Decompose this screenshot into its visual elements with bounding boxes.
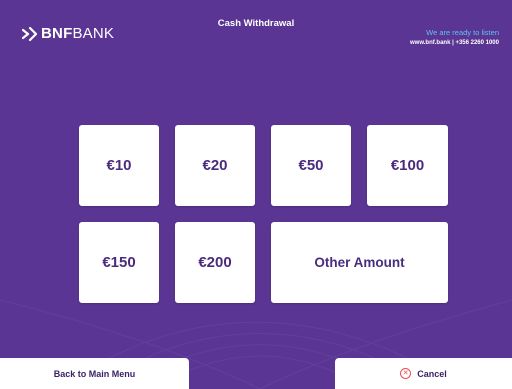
other-amount-button[interactable]: Other Amount xyxy=(271,222,448,303)
cancel-button[interactable]: ✕ Cancel xyxy=(335,358,512,389)
help-contact: www.bnf.bank | +356 2260 1000 xyxy=(409,40,499,46)
amount-10-button[interactable]: €10 xyxy=(79,125,159,206)
amount-100-button[interactable]: €100 xyxy=(367,125,448,206)
amount-20-button[interactable]: €20 xyxy=(175,125,255,206)
cancel-circle-icon: ✕ xyxy=(400,368,412,379)
back-to-main-menu-button[interactable]: Back to Main Menu xyxy=(0,358,189,389)
atm-screen: BNF BANK Cash Withdrawal We are ready to … xyxy=(0,0,512,389)
amount-50-button[interactable]: €50 xyxy=(271,125,351,206)
amount-200-button[interactable]: €200 xyxy=(175,222,255,303)
back-button-label: Back to Main Menu xyxy=(53,368,136,379)
help-info: We are ready to listen www.bnf.bank | +3… xyxy=(410,28,499,48)
amount-150-button[interactable]: €150 xyxy=(79,222,159,303)
help-tagline: We are ready to listen xyxy=(426,28,499,37)
cancel-button-label: Cancel xyxy=(417,368,447,379)
